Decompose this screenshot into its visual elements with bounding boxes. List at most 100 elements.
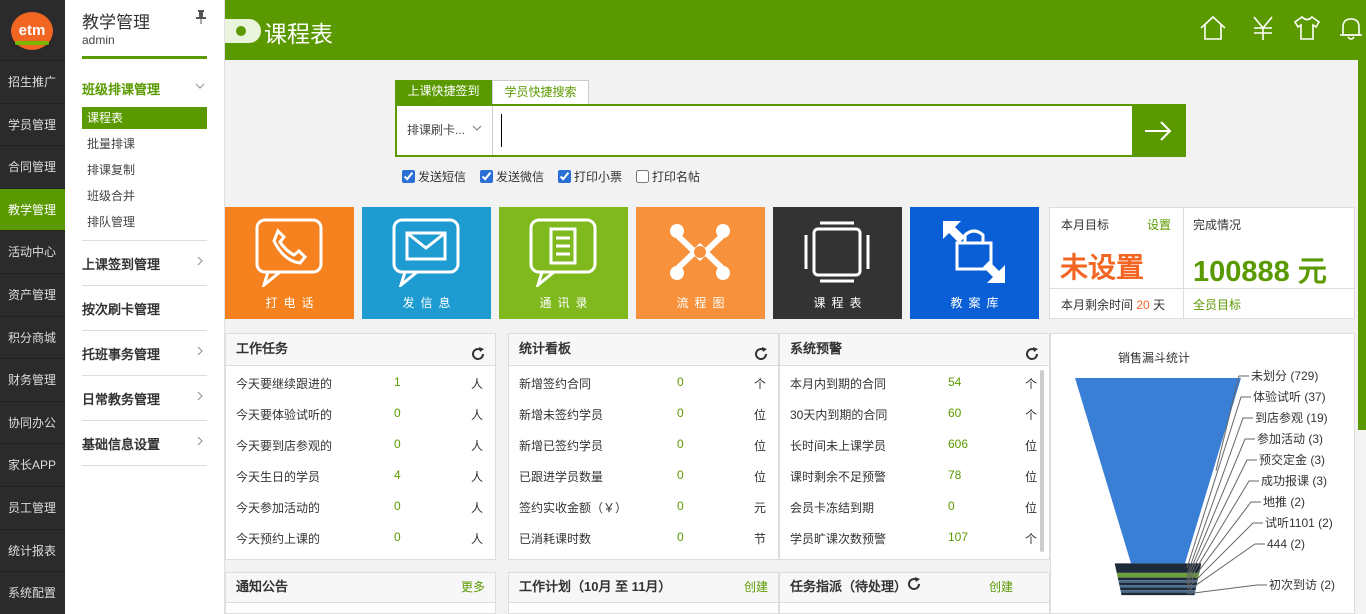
subnav-group-class-scheduling[interactable]: 班级排课管理: [82, 79, 207, 98]
nav-item[interactable]: 资产管理: [0, 273, 65, 315]
scrollbar-thumb[interactable]: [1358, 60, 1366, 430]
quick-tile[interactable]: 教案库: [910, 207, 1039, 319]
checkbox[interactable]: [558, 170, 571, 183]
funnel-segment[interactable]: [1118, 580, 1198, 583]
tab-quick-checkin[interactable]: 上课快捷签到: [395, 80, 492, 104]
quick-tile[interactable]: 课程表: [773, 207, 902, 319]
checkbox[interactable]: [480, 170, 493, 183]
tab-student-search[interactable]: 学员快捷搜索: [492, 80, 589, 104]
row-label: 今天预约上课的: [236, 532, 321, 546]
panel-row[interactable]: 新增已签约学员 0 位: [509, 428, 778, 459]
panel-link[interactable]: 创建: [989, 573, 1013, 601]
panel-row[interactable]: 课时剩余不足预警 78 位: [780, 459, 1049, 490]
panel-row[interactable]: 新增未签约学员 0 位: [509, 397, 778, 428]
subnav-group-label: 托班事务管理: [82, 347, 161, 362]
option-checkbox[interactable]: 发送微信: [480, 168, 544, 185]
submit-arrow-button[interactable]: [1132, 106, 1184, 155]
panel-link[interactable]: 创建: [744, 573, 768, 601]
home-icon[interactable]: [1198, 13, 1228, 43]
nav-item[interactable]: 家长APP: [0, 443, 65, 485]
nav-item[interactable]: 招生推广: [0, 60, 65, 102]
panel-row[interactable]: 今天生日的学员 4 人: [226, 459, 495, 490]
subnav-group-label: 日常教务管理: [82, 392, 161, 407]
panel-row[interactable]: 签约实收金额（￥） 0 元: [509, 490, 778, 521]
nav-item[interactable]: 教学管理: [0, 187, 71, 230]
subnav-group[interactable]: 上课签到管理: [82, 254, 207, 273]
nav-item[interactable]: 系统配置: [0, 571, 65, 613]
panel-row[interactable]: 今天预约上课的 0 人: [226, 521, 495, 552]
funnel-segment[interactable]: [1118, 582, 1198, 586]
subnav-item[interactable]: 课程表: [82, 107, 207, 129]
quick-tile[interactable]: 发信息: [362, 207, 491, 319]
funnel-segment[interactable]: [1116, 572, 1200, 578]
option-checkbox[interactable]: 打印名帖: [636, 168, 700, 185]
all-staff-target-link[interactable]: 全员目标: [1193, 296, 1241, 313]
panel-row[interactable]: 30天内到期的合同 60 个: [780, 397, 1049, 428]
quick-tile[interactable]: 流程图: [636, 207, 765, 319]
nav-item[interactable]: 活动中心: [0, 230, 65, 272]
panel-row[interactable]: 已消耗课时数 0 节: [509, 521, 778, 552]
panel-row[interactable]: 会员卡冻结到期 0 位: [780, 490, 1049, 521]
panel-row[interactable]: 新增签约合同 0 个: [509, 366, 778, 397]
row-unit: 人: [470, 501, 483, 515]
funnel-segment[interactable]: [1117, 577, 1199, 581]
panel-link[interactable]: 更多: [461, 573, 485, 601]
nav-item[interactable]: 财务管理: [0, 358, 65, 400]
panel-scrollbar[interactable]: [1040, 370, 1044, 552]
subnav-group[interactable]: 基础信息设置: [82, 434, 207, 453]
shirt-icon[interactable]: [1292, 13, 1322, 43]
nav-item[interactable]: 合同管理: [0, 145, 65, 187]
sidebar-toggle[interactable]: [225, 19, 261, 43]
yen-icon[interactable]: [1248, 13, 1278, 43]
logo: etm: [11, 12, 53, 50]
checkin-type-select[interactable]: 排课刷卡...: [397, 106, 493, 155]
row-label: 今天要继续跟进的: [236, 377, 333, 391]
funnel-segment[interactable]: [1120, 590, 1196, 593]
nav-item[interactable]: 学员管理: [0, 102, 65, 145]
pin-icon[interactable]: [195, 10, 207, 27]
option-checkbox[interactable]: 打印小票: [558, 168, 622, 185]
panel-row[interactable]: 长时间未上课学员 606 位: [780, 428, 1049, 459]
page-scrollbar[interactable]: [1358, 60, 1366, 614]
nav-item[interactable]: 员工管理: [0, 486, 65, 528]
checkin-input[interactable]: [501, 114, 1121, 147]
subnav-group[interactable]: 按次刷卡管理: [82, 299, 207, 318]
divider: [82, 330, 207, 331]
row-unit: 人: [470, 377, 483, 391]
funnel-label: 地推 (2): [1263, 495, 1305, 509]
bell-icon[interactable]: [1336, 13, 1366, 43]
subnav-group[interactable]: 托班事务管理: [82, 344, 207, 363]
subnav-item[interactable]: 排队管理: [82, 211, 207, 233]
option-checkbox[interactable]: 发送短信: [402, 168, 466, 185]
checkbox[interactable]: [402, 170, 415, 183]
funnel-segment[interactable]: [1119, 587, 1197, 591]
quick-tile[interactable]: 通讯录: [499, 207, 628, 319]
row-label: 今天要体验试听的: [236, 408, 333, 422]
panel-row[interactable]: 今天要继续跟进的 1 人: [226, 366, 495, 397]
checkbox[interactable]: [636, 170, 649, 183]
subnav-item[interactable]: 批量排课: [82, 133, 207, 155]
nav-item[interactable]: 统计报表: [0, 528, 65, 571]
target-settings-link[interactable]: 设置: [1147, 216, 1171, 233]
funnel-segment[interactable]: [1119, 585, 1197, 588]
subnav-item[interactable]: 排课复制: [82, 159, 207, 181]
dashboard-panel: 统计看板 新增签约合同 0 个新增未签约学员 0 位新增已签约学员 0 位已跟进学员数量 0 位签…: [508, 333, 779, 560]
subnav-item[interactable]: 班级合并: [82, 185, 207, 207]
nav-item[interactable]: 积分商城: [0, 315, 65, 358]
panel-row[interactable]: 学员旷课次数预警 107 个: [780, 521, 1049, 552]
panel-row[interactable]: 今天参加活动的 0 人: [226, 490, 495, 521]
panel-row[interactable]: 今天要到店参观的 0 人: [226, 428, 495, 459]
nav-item[interactable]: 协同办公: [0, 400, 65, 443]
panel-row[interactable]: 已跟进学员数量 0 位: [509, 459, 778, 490]
subnav-group-label: 上课签到管理: [82, 257, 161, 272]
subnav-group[interactable]: 日常教务管理: [82, 389, 207, 408]
panel-row[interactable]: 本月内到期的合同 54 个: [780, 366, 1049, 397]
dashboard-panel: 任务指派（待处理） 创建: [779, 572, 1050, 614]
refresh-icon[interactable]: [907, 577, 921, 594]
row-label: 本月内到期的合同: [790, 377, 887, 391]
quick-tile[interactable]: 打电话: [225, 207, 354, 319]
chevron-right-icon: [195, 344, 205, 359]
panel-row[interactable]: 今天要体验试听的 0 人: [226, 397, 495, 428]
funnel-segment[interactable]: [1120, 592, 1196, 596]
row-value: 0: [394, 499, 401, 513]
